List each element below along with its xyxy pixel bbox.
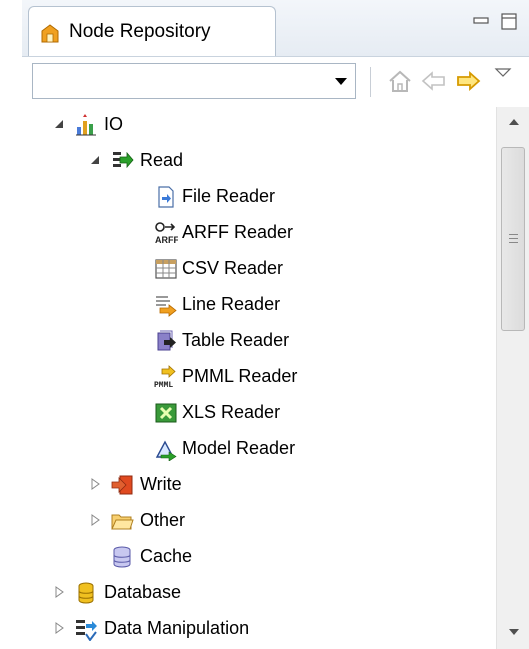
collapse-icon[interactable] bbox=[88, 153, 102, 167]
tree-label-read: Read bbox=[140, 150, 184, 170]
database-icon bbox=[78, 582, 94, 604]
tree-label-pmml-reader: PMML Reader bbox=[182, 366, 298, 386]
tree-node-line-reader[interactable]: Line Reader bbox=[22, 287, 496, 323]
write-icon bbox=[111, 475, 133, 495]
expand-icon[interactable] bbox=[52, 621, 66, 635]
tree-label-file-reader: File Reader bbox=[182, 186, 276, 206]
read-icon bbox=[113, 151, 134, 169]
grip-line bbox=[509, 242, 518, 243]
view-menu-icon[interactable] bbox=[492, 63, 514, 85]
tree-label-database: Database bbox=[104, 582, 182, 602]
forward-arrow-icon[interactable] bbox=[454, 67, 482, 95]
xls-reader-icon bbox=[155, 403, 177, 423]
vertical-scrollbar[interactable] bbox=[496, 107, 529, 649]
view-title: Node Repository bbox=[69, 21, 211, 42]
tree-label-other: Other bbox=[140, 510, 186, 530]
arff-reader-icon: ARFF bbox=[155, 222, 178, 245]
minimize-icon[interactable] bbox=[470, 10, 492, 32]
svg-text:PMML: PMML bbox=[154, 381, 173, 389]
tree-label-write: Write bbox=[140, 474, 182, 494]
tree-label-arff-reader: ARFF Reader bbox=[182, 222, 294, 242]
expand-icon[interactable] bbox=[88, 477, 102, 491]
node-repository-tab[interactable]: Node Repository bbox=[28, 6, 276, 56]
tree-label-cache: Cache bbox=[140, 546, 193, 566]
io-icon bbox=[76, 114, 96, 136]
tree-node-database[interactable]: Database bbox=[22, 575, 496, 611]
cache-icon bbox=[113, 546, 131, 568]
search-input[interactable] bbox=[37, 64, 321, 98]
tree-node-xls-reader[interactable]: XLS Reader bbox=[22, 395, 496, 431]
expand-icon[interactable] bbox=[52, 585, 66, 599]
tree-label-table-reader: Table Reader bbox=[182, 330, 290, 350]
scroll-down-icon[interactable] bbox=[509, 629, 519, 635]
tree-label-model-reader: Model Reader bbox=[182, 438, 296, 458]
home-icon[interactable] bbox=[386, 67, 414, 95]
tree-node-io[interactable]: IO bbox=[22, 107, 496, 143]
node-repository-panel: Node Repository IO Read File Reader ARFF… bbox=[22, 0, 529, 649]
node-repository-icon bbox=[41, 24, 59, 43]
tree-node-data-manipulation[interactable]: Data Manipulation bbox=[22, 611, 496, 647]
tree-label-xls-reader: XLS Reader bbox=[182, 402, 281, 422]
tree-node-model-reader[interactable]: Model Reader bbox=[22, 431, 496, 467]
tree-node-other[interactable]: Other bbox=[22, 503, 496, 539]
grip-line bbox=[509, 238, 518, 239]
tree-label-data-manipulation: Data Manipulation bbox=[104, 618, 250, 638]
csv-reader-icon bbox=[155, 259, 177, 279]
search-combo[interactable] bbox=[32, 63, 356, 99]
table-reader-icon bbox=[157, 330, 176, 351]
tree-node-csv-reader[interactable]: CSV Reader bbox=[22, 251, 496, 287]
dropdown-arrow-icon[interactable] bbox=[335, 78, 347, 85]
view-tab-bar: Node Repository bbox=[22, 0, 529, 57]
file-reader-icon bbox=[158, 186, 174, 208]
back-arrow-icon[interactable] bbox=[420, 67, 448, 95]
tree-label-io: IO bbox=[104, 114, 124, 134]
line-reader-icon bbox=[156, 296, 177, 317]
svg-text:ARFF: ARFF bbox=[155, 235, 178, 245]
tree-node-cache[interactable]: Cache bbox=[22, 539, 496, 575]
repository-toolbar bbox=[22, 57, 529, 107]
maximize-icon[interactable] bbox=[498, 10, 520, 32]
model-reader-icon bbox=[155, 440, 177, 461]
tree-label-csv-reader: CSV Reader bbox=[182, 258, 284, 278]
pmml-reader-icon: PMML bbox=[154, 365, 176, 389]
tree-node-table-reader[interactable]: Table Reader bbox=[22, 323, 496, 359]
tree-node-write[interactable]: Write bbox=[22, 467, 496, 503]
tree-node-file-reader[interactable]: File Reader bbox=[22, 179, 496, 215]
expand-icon[interactable] bbox=[88, 513, 102, 527]
tree-label-line-reader: Line Reader bbox=[182, 294, 281, 314]
tree-node-arff-reader[interactable]: ARFF ARFF Reader bbox=[22, 215, 496, 251]
data-manipulation-icon bbox=[76, 620, 97, 641]
scroll-up-icon[interactable] bbox=[509, 119, 519, 125]
tree-node-read[interactable]: Read bbox=[22, 143, 496, 179]
toolbar-separator bbox=[370, 67, 371, 97]
collapse-icon[interactable] bbox=[52, 117, 66, 131]
folder-icon bbox=[111, 514, 134, 530]
tree-node-pmml-reader[interactable]: PMML PMML Reader bbox=[22, 359, 496, 395]
grip-line bbox=[509, 234, 518, 235]
node-tree[interactable]: IO Read File Reader ARFF ARFF Reader CSV… bbox=[22, 107, 496, 649]
scrollbar-thumb[interactable] bbox=[501, 147, 525, 331]
